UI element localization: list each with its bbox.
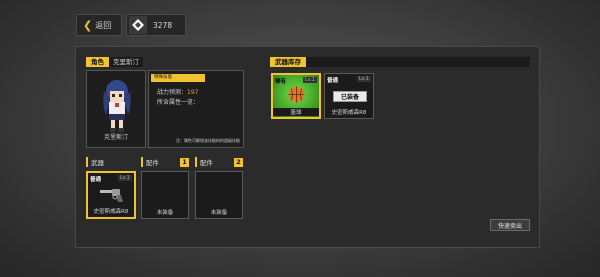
combat-power-label: 战力预测： — [157, 89, 188, 96]
revolver-icon — [100, 189, 123, 202]
weapon-slot[interactable]: 普通 Lv.1 史密斯威森R8 — [86, 171, 136, 219]
item-name: 史密斯威森R8 — [331, 110, 367, 116]
inventory-section-label: 武器库存 — [270, 57, 306, 67]
part1-slot-number: 1 — [180, 157, 189, 167]
combat-power-value: 197 — [187, 89, 199, 96]
item-level: Lv.1 — [302, 77, 317, 83]
attributes-label: 所含属性一览： — [157, 99, 200, 106]
part2-empty-label: 未装备 — [210, 210, 228, 216]
gem-currency-icon — [129, 16, 147, 34]
back-label: 返回 — [95, 20, 112, 30]
inventory-header: 武器库存 — [270, 57, 530, 67]
special-skill-badge: 特殊技能 — [151, 74, 205, 82]
currency-value: 3278 — [153, 20, 173, 30]
basketball-icon — [288, 86, 305, 103]
attribute-note: 注：属性可解锁该技能树的超级技能 — [176, 138, 240, 143]
character-portrait — [103, 80, 131, 132]
character-stats-box: 特殊技能 战力预测：197 所含属性一览： 注：属性可解锁该技能树的超级技能 — [148, 70, 244, 148]
part2-slot[interactable]: 未装备 — [195, 171, 243, 219]
character-portrait-frame[interactable]: 克里斯汀 — [86, 70, 146, 148]
back-button[interactable]: ❮ 返回 — [76, 14, 122, 36]
part1-empty-label: 未装备 — [156, 210, 174, 216]
item-rarity: 普通 — [327, 78, 339, 84]
equipped-badge: 已装备 — [333, 91, 367, 102]
character-section-label: 角色 — [86, 57, 109, 67]
character-header: 角色 克里斯汀 — [86, 57, 246, 67]
combat-power-row: 战力预测：197 — [157, 87, 198, 96]
weapon-rarity: 普通 — [90, 177, 102, 183]
character-name: 克里斯汀 — [109, 57, 143, 67]
part1-slot-label: 配件 1 — [141, 157, 189, 167]
quick-sell-button[interactable]: 快速卖出 — [490, 219, 530, 231]
weapon-name: 史密斯威森R8 — [93, 209, 129, 215]
part1-slot[interactable]: 未装备 — [141, 171, 189, 219]
weapon-slot-label: 武器 — [86, 157, 134, 167]
part1-slot-label-text: 配件 — [146, 159, 159, 167]
weapon-slot-label-text: 武器 — [91, 159, 104, 167]
item-level: Lv.1 — [356, 76, 371, 82]
item-name: 篮球 — [273, 108, 319, 116]
chevron-left-icon: ❮ — [83, 18, 93, 32]
inventory-item-basketball[interactable]: 稀有 Lv.1 篮球 — [271, 73, 321, 119]
part2-slot-label-text: 配件 — [200, 159, 213, 167]
part2-slot-label: 配件 2 — [195, 157, 243, 167]
item-rarity: 稀有 — [275, 79, 287, 85]
weapon-level: Lv.1 — [117, 175, 132, 181]
character-caption: 克里斯汀 — [103, 134, 128, 141]
part2-slot-number: 2 — [234, 157, 243, 167]
inventory-item-revolver[interactable]: 普通 Lv.1 已装备 史密斯威森R8 — [324, 73, 374, 119]
currency-display: 3278 — [126, 14, 186, 36]
